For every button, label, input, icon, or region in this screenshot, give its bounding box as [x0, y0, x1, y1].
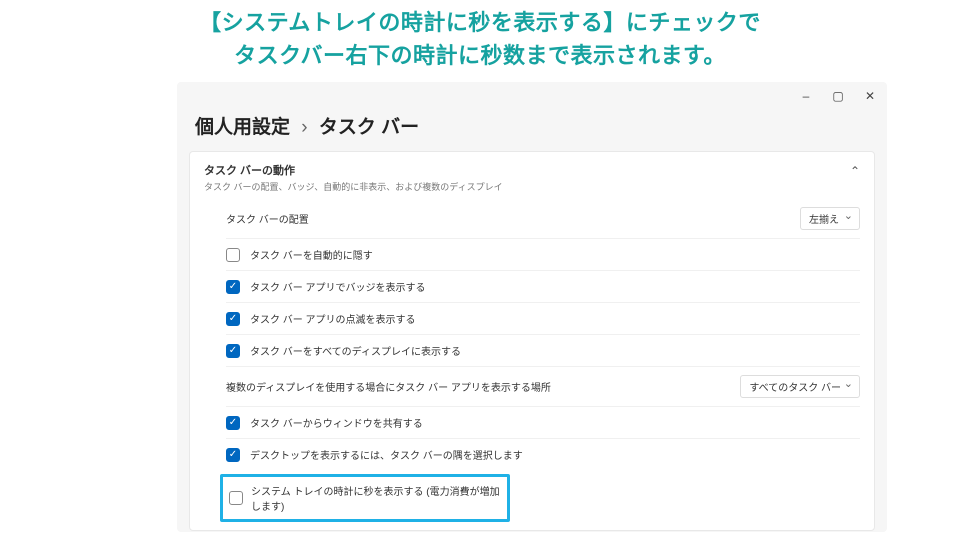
- row-all-displays[interactable]: タスク バーをすべてのディスプレイに表示する: [226, 334, 860, 366]
- breadcrumb: 個人用設定 › タスク バー: [177, 110, 887, 151]
- show-seconds-label: システム トレイの時計に秒を表示する (電力消費が増加します): [251, 483, 501, 513]
- row-show-desktop[interactable]: デスクトップを表示するには、タスク バーの隅を選択します: [226, 438, 860, 470]
- multi-display-where-label: 複数のディスプレイを使用する場合にタスク バー アプリを表示する場所: [226, 379, 740, 394]
- row-flashing[interactable]: タスク バー アプリの点滅を表示する: [226, 302, 860, 334]
- panel-subtitle: タスク バーの配置、バッジ、自動的に非表示、および複数のディスプレイ: [204, 180, 503, 193]
- row-multi-display-where: 複数のディスプレイを使用する場合にタスク バー アプリを表示する場所 すべてのタ…: [226, 366, 860, 406]
- chevron-up-icon: ⌃: [850, 164, 860, 178]
- badges-label: タスク バー アプリでバッジを表示する: [250, 279, 860, 294]
- breadcrumb-current: タスク バー: [319, 117, 419, 138]
- close-button[interactable]: ✕: [863, 89, 877, 103]
- window-titlebar: – ▢ ✕: [177, 82, 887, 110]
- annotation-line2: タスクバー右下の時計に秒数まで表示されます。: [0, 39, 960, 72]
- multi-display-where-select[interactable]: すべてのタスク バー: [740, 375, 860, 398]
- autohide-label: タスク バーを自動的に隠す: [250, 247, 860, 262]
- all-displays-checkbox[interactable]: [226, 344, 240, 358]
- show-desktop-checkbox[interactable]: [226, 448, 240, 462]
- settings-window: – ▢ ✕ 個人用設定 › タスク バー タスク バーの動作 タスク バーの配置…: [177, 82, 887, 532]
- share-window-label: タスク バーからウィンドウを共有する: [250, 415, 860, 430]
- badges-checkbox[interactable]: [226, 280, 240, 294]
- annotation-line1: 【システムトレイの時計に秒を表示する】にチェックで: [0, 6, 960, 39]
- breadcrumb-separator: ›: [301, 117, 307, 138]
- row-autohide[interactable]: タスク バーを自動的に隠す: [226, 238, 860, 270]
- panel-title: タスク バーの動作: [204, 162, 503, 178]
- show-desktop-label: デスクトップを表示するには、タスク バーの隅を選択します: [250, 447, 860, 462]
- alignment-select[interactable]: 左揃え: [800, 207, 860, 230]
- flashing-checkbox[interactable]: [226, 312, 240, 326]
- flashing-label: タスク バー アプリの点滅を表示する: [250, 311, 860, 326]
- breadcrumb-parent[interactable]: 個人用設定: [195, 117, 290, 138]
- autohide-checkbox[interactable]: [226, 248, 240, 262]
- panel-header[interactable]: タスク バーの動作 タスク バーの配置、バッジ、自動的に非表示、および複数のディ…: [204, 162, 860, 193]
- maximize-button[interactable]: ▢: [831, 89, 845, 103]
- taskbar-behaviors-panel: タスク バーの動作 タスク バーの配置、バッジ、自動的に非表示、および複数のディ…: [189, 151, 875, 531]
- all-displays-label: タスク バーをすべてのディスプレイに表示する: [250, 343, 860, 358]
- alignment-label: タスク バーの配置: [226, 211, 800, 226]
- row-alignment: タスク バーの配置 左揃え: [226, 199, 860, 238]
- row-badges[interactable]: タスク バー アプリでバッジを表示する: [226, 270, 860, 302]
- row-share-window[interactable]: タスク バーからウィンドウを共有する: [226, 406, 860, 438]
- minimize-button[interactable]: –: [799, 89, 813, 103]
- share-window-checkbox[interactable]: [226, 416, 240, 430]
- row-show-seconds-highlighted[interactable]: システム トレイの時計に秒を表示する (電力消費が増加します): [220, 474, 510, 522]
- annotation-banner: 【システムトレイの時計に秒を表示する】にチェックで タスクバー右下の時計に秒数ま…: [0, 0, 960, 76]
- show-seconds-checkbox[interactable]: [229, 491, 243, 505]
